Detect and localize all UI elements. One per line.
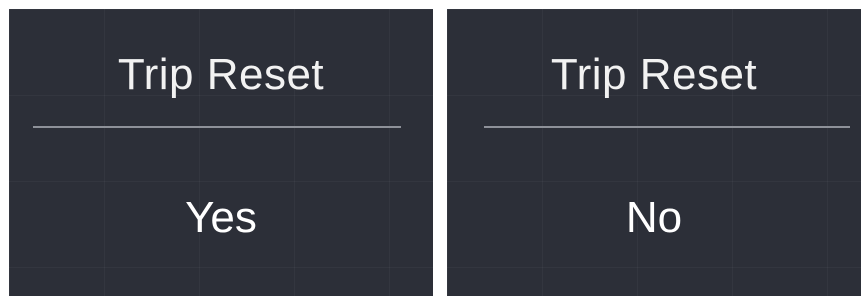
option-value-no[interactable]: No [447,192,861,244]
title-divider [33,126,401,128]
screen-title: Trip Reset [550,50,758,99]
title-divider [484,126,850,128]
screen-title: Trip Reset [117,50,325,99]
trip-reset-yes-screen: Trip Reset Yes [9,9,433,296]
trip-reset-no-screen: Trip Reset No [447,9,861,296]
option-value-yes[interactable]: Yes [9,192,433,244]
